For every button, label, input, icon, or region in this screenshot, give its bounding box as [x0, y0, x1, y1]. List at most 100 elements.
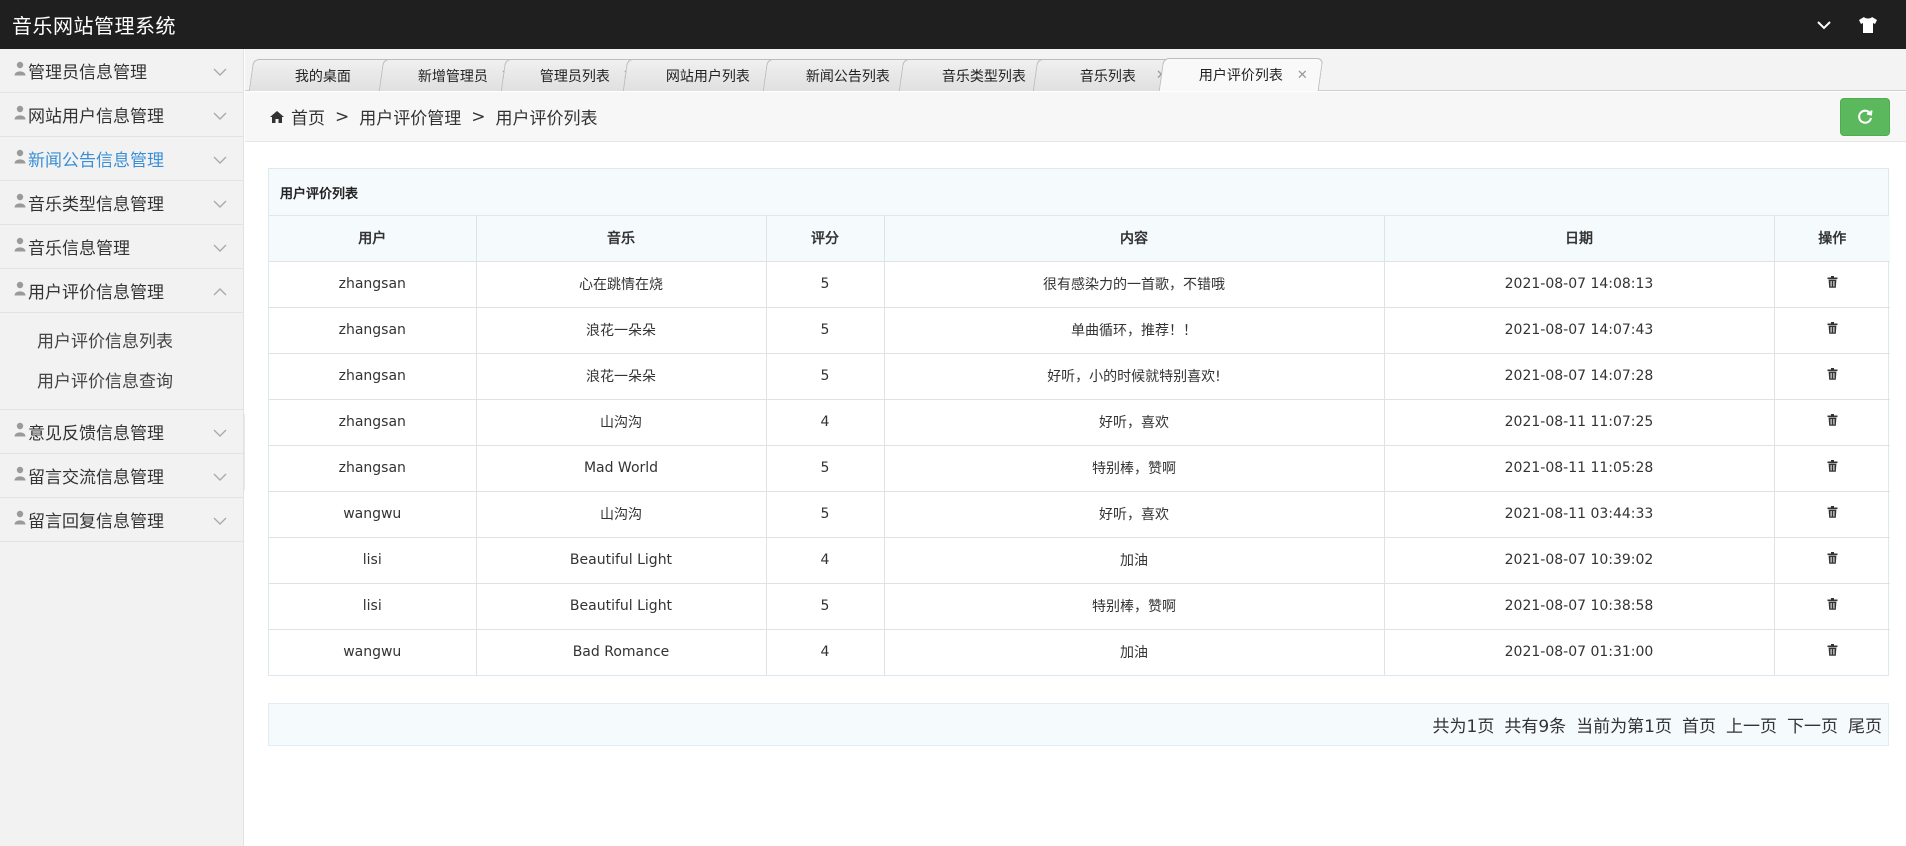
delete-icon[interactable] — [1827, 368, 1838, 380]
tab-label: 音乐列表 — [1079, 68, 1136, 85]
breadcrumb: 首页 > 用户评价管理 > 用户评价列表 — [245, 92, 1906, 142]
cell-music: Beautiful Light — [475, 582, 767, 630]
sidebar-item-left: 网站用户信息管理 — [14, 102, 164, 127]
sidebar-item-left: 管理员信息管理 — [14, 58, 147, 83]
chevron-down-icon — [213, 422, 227, 442]
chevron-up-icon — [213, 281, 227, 301]
chevron-down-icon — [213, 105, 227, 125]
cell-music: 浪花一朵朵 — [475, 306, 767, 354]
cell-rating: 5 — [765, 306, 885, 354]
breadcrumb-separator: > — [471, 106, 486, 127]
table-row: zhangsan 浪花一朵朵 5 单曲循环，推荐！！ 2021-08-07 14:07:… — [269, 306, 1890, 354]
cell-rating: 4 — [765, 536, 885, 584]
cell-actions — [1773, 490, 1890, 538]
user-icon — [14, 105, 26, 125]
cell-date: 2021-08-11 03:44:33 — [1383, 490, 1775, 538]
sidebar-item[interactable]: 音乐信息管理 — [0, 225, 243, 269]
cell-content: 加油 — [883, 536, 1385, 584]
pager-last-link[interactable]: 尾页 — [1848, 712, 1882, 737]
cell-music: 心在跳情在烧 — [475, 260, 767, 308]
cell-music: Mad World — [475, 444, 767, 492]
tab-bar: 我的桌面新增管理员✕管理员列表✕网站用户列表✕新闻公告列表✕音乐类型列表✕音乐列… — [245, 49, 1906, 91]
sidebar-item[interactable]: 意见反馈信息管理 — [0, 410, 243, 454]
cell-date: 2021-08-11 11:05:28 — [1383, 444, 1775, 492]
sidebar-item-label: 用户评价信息管理 — [28, 283, 164, 303]
sidebar-item-left: 用户评价信息管理 — [14, 278, 164, 303]
breadcrumb-home[interactable]: 首页 — [291, 104, 325, 129]
cell-user: zhangsan — [269, 306, 477, 354]
cell-rating: 4 — [765, 398, 885, 446]
tab[interactable]: 用户评价列表 ✕ — [1158, 58, 1324, 91]
chevron-down-icon[interactable] — [1816, 20, 1832, 30]
user-icon — [14, 510, 26, 530]
app-title: 音乐网站管理系统 — [12, 14, 176, 38]
column-header: 内容 — [883, 216, 1385, 262]
close-icon[interactable]: ✕ — [1297, 68, 1308, 83]
sidebar-item[interactable]: 网站用户信息管理 — [0, 93, 243, 137]
pager-first-link[interactable]: 首页 — [1682, 712, 1716, 737]
sidebar-item-left: 留言回复信息管理 — [14, 507, 164, 532]
tab-label: 新增管理员 — [417, 68, 488, 85]
cell-music: 山沟沟 — [475, 490, 767, 538]
delete-icon[interactable] — [1827, 598, 1838, 610]
delete-icon[interactable] — [1827, 552, 1838, 564]
tab-label: 用户评价列表 — [1198, 68, 1283, 84]
cell-content: 特别棒，赞啊 — [883, 444, 1385, 492]
cell-actions — [1773, 628, 1890, 675]
delete-icon[interactable] — [1827, 276, 1838, 288]
shirt-icon[interactable] — [1858, 16, 1878, 34]
delete-icon[interactable] — [1827, 414, 1838, 426]
panel-title: 用户评价列表 — [269, 169, 1888, 216]
cell-music: Bad Romance — [475, 628, 767, 675]
cell-user: lisi — [269, 536, 477, 584]
sidebar-subitem[interactable]: 用户评价信息列表 — [0, 319, 243, 359]
delete-icon[interactable] — [1827, 644, 1838, 657]
table-row: wangwu 山沟沟 5 好听，喜欢 2021-08-11 03:44:33 — [269, 490, 1890, 538]
sidebar-item[interactable]: 管理员信息管理 — [0, 49, 243, 93]
sidebar-item[interactable]: 音乐类型信息管理 — [0, 181, 243, 225]
cell-music: Beautiful Light — [475, 536, 767, 584]
sidebar-item[interactable]: 用户评价信息管理 — [0, 269, 243, 313]
reviews-panel: 用户评价列表 用户 音乐 评分 内容 日期 操作 zhangsan 心在跳情在烧 5 很有感染力… — [268, 168, 1890, 676]
sidebar-item-label: 管理员信息管理 — [28, 63, 147, 83]
sidebar-item[interactable]: 留言回复信息管理 — [0, 498, 243, 542]
pagination: 共为1页 共有9条 当前为第1页 首页 上一页 下一页 尾页 — [268, 703, 1889, 746]
cell-content: 特别棒，赞啊 — [883, 582, 1385, 630]
refresh-button[interactable] — [1840, 98, 1890, 136]
cell-actions — [1773, 582, 1890, 630]
delete-icon[interactable] — [1827, 460, 1838, 472]
pager-current: 当前为第1页 — [1576, 717, 1672, 737]
user-icon — [14, 193, 26, 213]
cell-actions — [1773, 260, 1890, 308]
sidebar-item-left: 新闻公告信息管理 — [14, 146, 164, 171]
pager-prev-link[interactable]: 上一页 — [1726, 712, 1777, 737]
table-row: zhangsan Mad World 5 特别棒，赞啊 2021-08-11 11:05… — [269, 444, 1890, 492]
cell-user: zhangsan — [269, 398, 477, 446]
pager-total-records: 共有9条 — [1504, 717, 1567, 737]
breadcrumb-level2: 用户评价列表 — [495, 109, 598, 129]
column-header: 音乐 — [475, 216, 767, 262]
tab-label: 管理员列表 — [539, 68, 610, 85]
user-icon — [14, 466, 26, 486]
sidebar-subitem[interactable]: 用户评价信息查询 — [0, 359, 243, 399]
cell-date: 2021-08-07 14:07:43 — [1383, 306, 1775, 354]
delete-icon[interactable] — [1827, 506, 1838, 518]
pager-next-link[interactable]: 下一页 — [1787, 712, 1838, 737]
sidebar-item[interactable]: 留言交流信息管理 — [0, 454, 243, 498]
cell-user: lisi — [269, 582, 477, 630]
sidebar-item[interactable]: 新闻公告信息管理 — [0, 137, 243, 181]
tab[interactable]: 我的桌面 — [248, 59, 398, 91]
sidebar-item-left: 留言交流信息管理 — [14, 463, 164, 488]
breadcrumb-level1: 用户评价管理 — [359, 109, 462, 129]
cell-content: 好听，喜欢 — [883, 398, 1385, 446]
cell-date: 2021-08-11 11:07:25 — [1383, 398, 1775, 446]
delete-icon[interactable] — [1827, 322, 1838, 334]
cell-date: 2021-08-07 14:08:13 — [1383, 260, 1775, 308]
sidebar-item-label: 意见反馈信息管理 — [28, 424, 164, 444]
cell-content: 很有感染力的一首歌，不错哦 — [883, 260, 1385, 308]
sidebar: 管理员信息管理网站用户信息管理 新闻公告信息管理音乐类型信息管理 音乐信息管理用户评… — [0, 49, 244, 846]
cell-user: zhangsan — [269, 352, 477, 400]
column-header: 操作 — [1773, 216, 1890, 262]
cell-rating: 5 — [765, 582, 885, 630]
top-tools — [1816, 16, 1906, 34]
